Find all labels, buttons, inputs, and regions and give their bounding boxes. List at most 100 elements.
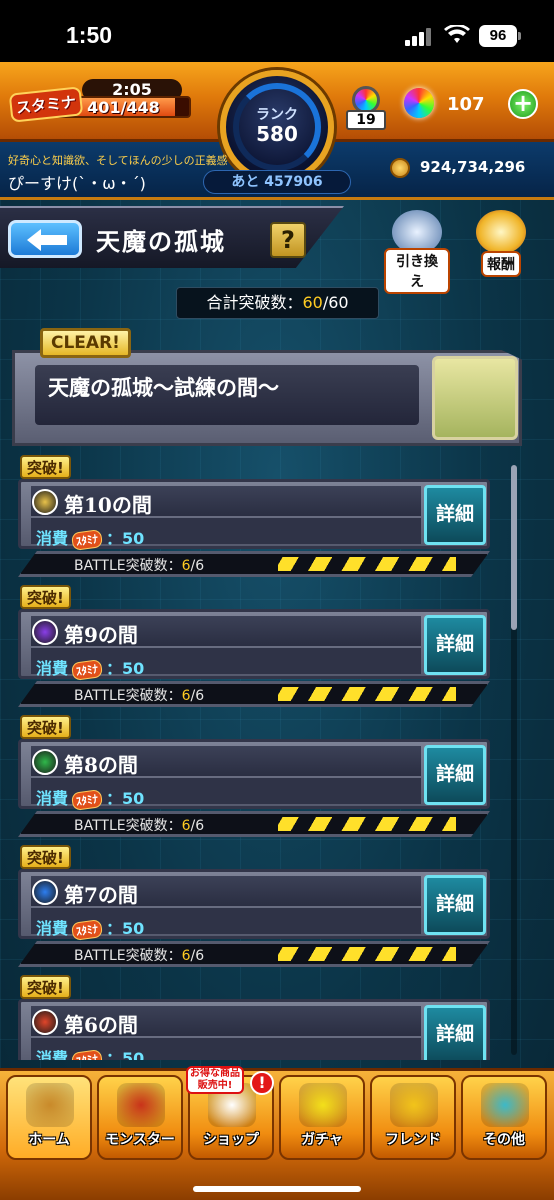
cost-label: 消費	[36, 529, 69, 548]
nav-home-button[interactable]: ホーム	[6, 1075, 92, 1160]
battle-count: BATTLE突破数：6/6	[74, 945, 204, 965]
detail-button[interactable]: 詳細	[424, 615, 486, 675]
scrollbar-thumb[interactable]	[511, 465, 517, 630]
cleared-badge: 突破!	[20, 845, 71, 869]
nav-label: その他	[483, 1132, 525, 1148]
nav-friend-icon	[390, 1083, 438, 1127]
wifi-icon	[444, 25, 470, 43]
help-button[interactable]: ?	[270, 222, 306, 258]
element-icon	[32, 489, 58, 515]
stage-item[interactable]: 突破! 第9の間 消費 ｽﾀﾐﾅ ：50 BATTLE突破数：6/6 詳細	[18, 585, 496, 707]
page-title: 天魔の孤城	[96, 227, 226, 256]
total-value: 60	[302, 293, 323, 312]
nav-home-icon	[26, 1083, 74, 1127]
reward-button[interactable]: 報酬	[468, 210, 534, 277]
battle-progress-chevrons	[278, 557, 456, 571]
cleared-badge: 突破!	[20, 455, 71, 479]
promo-label: お得な商品販売中!	[186, 1066, 244, 1094]
cost-value: ：50	[106, 1049, 145, 1060]
clock: 1:50	[66, 22, 113, 48]
nav-monster-button[interactable]: モンスター	[97, 1075, 183, 1160]
treasure-icon	[476, 210, 526, 254]
stage-item[interactable]: 突破! 第7の間消費 ｽﾀﾐﾅ ：50 BATTLE突破数：6/6 詳細	[18, 845, 496, 967]
cleared-badge: 突破!	[20, 585, 71, 609]
battle-count: BATTLE突破数：6/6	[74, 815, 204, 835]
stage-item[interactable]: 突破! 第8の間 消費 ｽﾀﾐﾅ ：50 BATTLE突破数：6/6 詳細	[18, 715, 496, 837]
stage-name: 第10の間	[64, 493, 152, 517]
nav-friend-button[interactable]: フレンド	[370, 1075, 456, 1160]
cleared-badge: 突破!	[20, 715, 71, 739]
battle-label: BATTLE突破数：	[74, 818, 182, 834]
detail-button[interactable]: 詳細	[424, 745, 486, 805]
stage-item[interactable]: 突破!第6の間消費ｽﾀﾐﾅ：50BATTLE突破数：6/6詳細	[18, 975, 496, 1060]
battle-label: BATTLE突破数：	[74, 558, 182, 574]
nav-label: ショップ	[203, 1132, 259, 1148]
battle-total: /6	[190, 818, 205, 834]
nav-label: ガチャ	[301, 1132, 343, 1148]
add-orb-button[interactable]: +	[508, 89, 538, 119]
nav-label: モンスター	[105, 1132, 175, 1148]
nav-gacha-button[interactable]: ガチャ	[279, 1075, 365, 1160]
rank-badge[interactable]: ランク 580	[220, 70, 334, 184]
cost-value: ：50	[106, 529, 145, 548]
detail-button[interactable]: 詳細	[424, 875, 486, 935]
reward-label: 報酬	[481, 251, 521, 277]
total-max: /60	[322, 293, 349, 312]
username: ぴーすけ(`・ω・´)	[8, 174, 146, 193]
boss-thumbnail	[432, 356, 518, 440]
battle-cleared: 6	[181, 688, 191, 704]
element-icon	[32, 619, 58, 645]
battle-cleared: 6	[181, 818, 191, 834]
profile-motto: 好奇心と知識欲、そしてほんの少しの正義感	[8, 154, 228, 167]
cleared-badge: 突破!	[20, 975, 71, 999]
battle-label: BATTLE突破数：	[74, 688, 182, 704]
nav-label: フレンド	[385, 1132, 441, 1148]
battle-total: /6	[190, 558, 205, 574]
battle-total: /6	[190, 688, 205, 704]
rank-value: 580	[256, 122, 298, 146]
nav-gacha-icon	[299, 1083, 347, 1127]
back-button[interactable]	[8, 220, 82, 258]
cost-label: 消費	[36, 919, 69, 938]
battle-label: BATTLE突破数：	[74, 948, 182, 964]
nav-monster-icon	[117, 1083, 165, 1127]
stamina-cost: 消費ｽﾀﾐﾅ：50	[36, 915, 145, 941]
stamina-icon: ｽﾀﾐﾅ	[70, 919, 104, 941]
orb-count: 107	[447, 94, 485, 115]
exchange-button[interactable]: 引き換え	[384, 210, 450, 294]
rank-label: ランク	[256, 107, 298, 123]
total-label: 合計突破数：	[206, 293, 303, 312]
back-arrow-icon	[27, 229, 67, 251]
battle-total: /6	[190, 948, 205, 964]
battle-progress-chevrons	[278, 947, 456, 961]
battery-icon: 96	[479, 25, 521, 47]
alert-icon: !	[250, 1071, 274, 1095]
detail-button[interactable]: 詳細	[424, 1005, 486, 1060]
cost-label: 消費	[36, 789, 69, 808]
home-indicator	[193, 1186, 361, 1192]
stamina-cost: 消費ｽﾀﾐﾅ：50	[36, 1045, 144, 1060]
battle-progress-chevrons	[278, 817, 456, 831]
stage-item[interactable]: 突破! 第10の間 消費 ｽﾀﾐﾅ ：50 BATTLE突破数：6/6 詳細	[18, 455, 496, 577]
exchange-label: 引き換え	[384, 248, 450, 294]
battle-progress-chevrons	[278, 687, 456, 701]
cost-label: 消費	[36, 659, 69, 678]
nav-other-button[interactable]: その他	[461, 1075, 547, 1160]
nav-label: ホーム	[28, 1132, 70, 1148]
battle-cleared: 6	[181, 948, 191, 964]
detail-button[interactable]: 詳細	[424, 485, 486, 545]
nav-other-icon	[481, 1083, 529, 1127]
stage-name: 第8の間	[64, 753, 138, 777]
cost-value: ：50	[106, 919, 145, 938]
stage-list[interactable]: 突破! 第10の間 消費 ｽﾀﾐﾅ ：50 BATTLE突破数：6/6 詳細 突破! 第9の間消…	[12, 455, 522, 1060]
orb-icon	[404, 88, 434, 118]
clear-badge: CLEAR!	[40, 328, 131, 358]
signal-icon	[405, 28, 431, 46]
element-icon	[32, 879, 58, 905]
dungeon-title: 天魔の孤城〜試練の間〜	[48, 375, 279, 400]
stamina-icon: ｽﾀﾐﾅ	[70, 659, 104, 681]
stage-name: 第6の間	[64, 1013, 138, 1037]
battle-count: BATTLE突破数：6/6	[74, 685, 204, 705]
stage-name: 第7の間	[64, 883, 138, 907]
stamina-icon: ｽﾀﾐﾅ	[70, 789, 104, 811]
